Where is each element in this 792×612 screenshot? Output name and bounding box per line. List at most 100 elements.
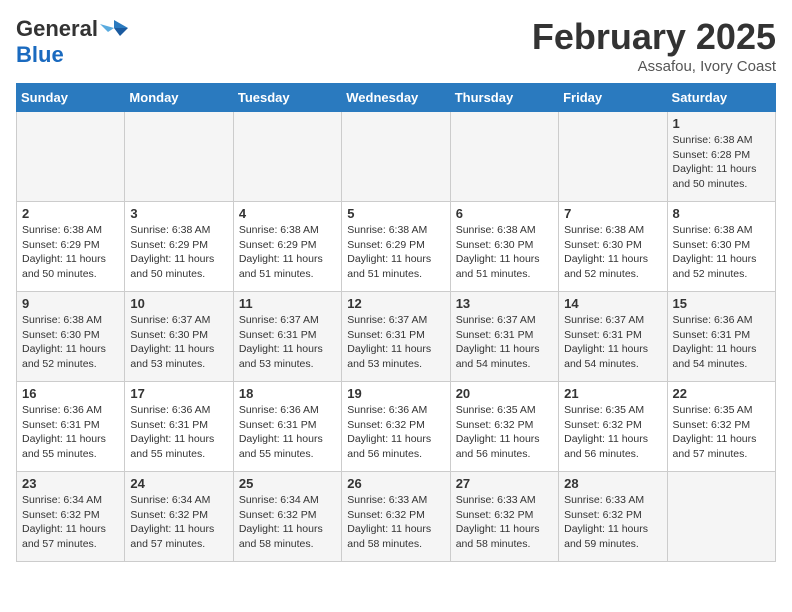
day-info: Sunrise: 6:36 AM Sunset: 6:31 PM Dayligh… bbox=[22, 403, 119, 462]
day-info: Sunrise: 6:38 AM Sunset: 6:28 PM Dayligh… bbox=[673, 133, 770, 192]
day-info: Sunrise: 6:35 AM Sunset: 6:32 PM Dayligh… bbox=[456, 403, 553, 462]
page-header: General Blue February 2025 Assafou, Ivor… bbox=[16, 16, 776, 75]
day-info: Sunrise: 6:36 AM Sunset: 6:32 PM Dayligh… bbox=[347, 403, 444, 462]
calendar-week-row: 9Sunrise: 6:38 AM Sunset: 6:30 PM Daylig… bbox=[17, 292, 776, 382]
day-number: 5 bbox=[347, 206, 444, 221]
calendar-day-25: 25Sunrise: 6:34 AM Sunset: 6:32 PM Dayli… bbox=[233, 472, 341, 562]
day-info: Sunrise: 6:38 AM Sunset: 6:30 PM Dayligh… bbox=[22, 313, 119, 372]
day-info: Sunrise: 6:37 AM Sunset: 6:31 PM Dayligh… bbox=[564, 313, 661, 372]
day-number: 4 bbox=[239, 206, 336, 221]
calendar-header-row: SundayMondayTuesdayWednesdayThursdayFrid… bbox=[17, 84, 776, 112]
day-number: 2 bbox=[22, 206, 119, 221]
calendar-day-21: 21 Sunrise: 6:35 AM Sunset: 6:32 PM Dayli… bbox=[559, 382, 667, 472]
calendar-day-empty bbox=[342, 112, 450, 202]
day-info: Sunrise: 6:33 AM Sunset: 6:32 PM Dayligh… bbox=[564, 493, 661, 552]
day-info: Sunrise: 6:37 AM Sunset: 6:31 PM Dayligh… bbox=[347, 313, 444, 372]
day-info: Sunrise: 6:37 AM Sunset: 6:30 PM Dayligh… bbox=[130, 313, 227, 372]
calendar-day-5: 5 Sunrise: 6:38 AM Sunset: 6:29 PM Daylig… bbox=[342, 202, 450, 292]
day-info: Sunrise: 6:36 AM Sunset: 6:31 PM Dayligh… bbox=[130, 403, 227, 462]
calendar-day-empty bbox=[667, 472, 775, 562]
calendar-day-1: 1 Sunrise: 6:38 AM Sunset: 6:28 PM Daylig… bbox=[667, 112, 775, 202]
calendar-day-13: 13 Sunrise: 6:37 AM Sunset: 6:31 PM Dayli… bbox=[450, 292, 558, 382]
weekday-header-saturday: Saturday bbox=[667, 84, 775, 112]
day-number: 24 bbox=[130, 476, 227, 491]
calendar-day-empty bbox=[125, 112, 233, 202]
weekday-header-sunday: Sunday bbox=[17, 84, 125, 112]
weekday-header-friday: Friday bbox=[559, 84, 667, 112]
day-info: Sunrise: 6:37 AM Sunset: 6:31 PM Dayligh… bbox=[456, 313, 553, 372]
weekday-header-wednesday: Wednesday bbox=[342, 84, 450, 112]
logo-bird-icon bbox=[100, 18, 128, 40]
day-info: Sunrise: 6:36 AM Sunset: 6:31 PM Dayligh… bbox=[673, 313, 770, 372]
calendar-day-24: 24 Sunrise: 6:34 AM Sunset: 6:32 PM Dayli… bbox=[125, 472, 233, 562]
weekday-header-tuesday: Tuesday bbox=[233, 84, 341, 112]
day-number: 18 bbox=[239, 386, 336, 401]
logo-general-text: General bbox=[16, 16, 98, 42]
day-info: Sunrise: 6:38 AM Sunset: 6:29 PM Dayligh… bbox=[239, 223, 336, 282]
day-number: 26 bbox=[347, 476, 444, 491]
calendar-day-12: 12 Sunrise: 6:37 AM Sunset: 6:31 PM Dayli… bbox=[342, 292, 450, 382]
calendar-week-row: 16 Sunrise: 6:36 AM Sunset: 6:31 PM Dayli… bbox=[17, 382, 776, 472]
calendar-day-11: 11Sunrise: 6:37 AM Sunset: 6:31 PM Dayli… bbox=[233, 292, 341, 382]
day-info: Sunrise: 6:35 AM Sunset: 6:32 PM Dayligh… bbox=[673, 403, 770, 462]
calendar-day-empty bbox=[450, 112, 558, 202]
day-number: 15 bbox=[673, 296, 770, 311]
calendar-day-27: 27Sunrise: 6:33 AM Sunset: 6:32 PM Dayli… bbox=[450, 472, 558, 562]
calendar-day-22: 22 Sunrise: 6:35 AM Sunset: 6:32 PM Dayli… bbox=[667, 382, 775, 472]
day-number: 14 bbox=[564, 296, 661, 311]
calendar-day-19: 19 Sunrise: 6:36 AM Sunset: 6:32 PM Dayli… bbox=[342, 382, 450, 472]
day-info: Sunrise: 6:38 AM Sunset: 6:29 PM Dayligh… bbox=[347, 223, 444, 282]
day-number: 19 bbox=[347, 386, 444, 401]
day-number: 16 bbox=[22, 386, 119, 401]
day-number: 17 bbox=[130, 386, 227, 401]
day-number: 8 bbox=[673, 206, 770, 221]
calendar-day-6: 6Sunrise: 6:38 AM Sunset: 6:30 PM Daylig… bbox=[450, 202, 558, 292]
calendar-day-4: 4 Sunrise: 6:38 AM Sunset: 6:29 PM Daylig… bbox=[233, 202, 341, 292]
day-info: Sunrise: 6:35 AM Sunset: 6:32 PM Dayligh… bbox=[564, 403, 661, 462]
title-block: February 2025 Assafou, Ivory Coast bbox=[532, 16, 776, 75]
day-info: Sunrise: 6:38 AM Sunset: 6:29 PM Dayligh… bbox=[130, 223, 227, 282]
weekday-header-monday: Monday bbox=[125, 84, 233, 112]
day-number: 13 bbox=[456, 296, 553, 311]
day-info: Sunrise: 6:33 AM Sunset: 6:32 PM Dayligh… bbox=[456, 493, 553, 552]
calendar-day-8: 8 Sunrise: 6:38 AM Sunset: 6:30 PM Daylig… bbox=[667, 202, 775, 292]
calendar-day-14: 14 Sunrise: 6:37 AM Sunset: 6:31 PM Dayli… bbox=[559, 292, 667, 382]
day-number: 28 bbox=[564, 476, 661, 491]
day-number: 6 bbox=[456, 206, 553, 221]
calendar-day-23: 23 Sunrise: 6:34 AM Sunset: 6:32 PM Dayli… bbox=[17, 472, 125, 562]
day-number: 20 bbox=[456, 386, 553, 401]
day-number: 23 bbox=[22, 476, 119, 491]
day-number: 12 bbox=[347, 296, 444, 311]
day-number: 3 bbox=[130, 206, 227, 221]
day-info: Sunrise: 6:36 AM Sunset: 6:31 PM Dayligh… bbox=[239, 403, 336, 462]
calendar-day-28: 28 Sunrise: 6:33 AM Sunset: 6:32 PM Dayli… bbox=[559, 472, 667, 562]
location: Assafou, Ivory Coast bbox=[532, 58, 776, 75]
calendar-week-row: 2 Sunrise: 6:38 AM Sunset: 6:29 PM Daylig… bbox=[17, 202, 776, 292]
day-number: 1 bbox=[673, 116, 770, 131]
calendar-day-17: 17 Sunrise: 6:36 AM Sunset: 6:31 PM Dayli… bbox=[125, 382, 233, 472]
calendar-day-3: 3 Sunrise: 6:38 AM Sunset: 6:29 PM Daylig… bbox=[125, 202, 233, 292]
logo-blue-text: Blue bbox=[16, 42, 64, 68]
month-title: February 2025 bbox=[532, 16, 776, 58]
day-info: Sunrise: 6:34 AM Sunset: 6:32 PM Dayligh… bbox=[239, 493, 336, 552]
calendar-day-10: 10 Sunrise: 6:37 AM Sunset: 6:30 PM Dayli… bbox=[125, 292, 233, 382]
day-number: 7 bbox=[564, 206, 661, 221]
calendar-day-empty bbox=[17, 112, 125, 202]
calendar-day-9: 9Sunrise: 6:38 AM Sunset: 6:30 PM Daylig… bbox=[17, 292, 125, 382]
day-number: 10 bbox=[130, 296, 227, 311]
day-number: 22 bbox=[673, 386, 770, 401]
day-info: Sunrise: 6:38 AM Sunset: 6:30 PM Dayligh… bbox=[673, 223, 770, 282]
calendar-day-16: 16 Sunrise: 6:36 AM Sunset: 6:31 PM Dayli… bbox=[17, 382, 125, 472]
calendar-week-row: 23 Sunrise: 6:34 AM Sunset: 6:32 PM Dayli… bbox=[17, 472, 776, 562]
calendar-day-18: 18 Sunrise: 6:36 AM Sunset: 6:31 PM Dayli… bbox=[233, 382, 341, 472]
day-info: Sunrise: 6:34 AM Sunset: 6:32 PM Dayligh… bbox=[22, 493, 119, 552]
logo: General Blue bbox=[16, 16, 128, 68]
day-info: Sunrise: 6:34 AM Sunset: 6:32 PM Dayligh… bbox=[130, 493, 227, 552]
calendar-day-15: 15 Sunrise: 6:36 AM Sunset: 6:31 PM Dayli… bbox=[667, 292, 775, 382]
calendar-day-empty bbox=[233, 112, 341, 202]
calendar-day-7: 7Sunrise: 6:38 AM Sunset: 6:30 PM Daylig… bbox=[559, 202, 667, 292]
day-number: 21 bbox=[564, 386, 661, 401]
day-info: Sunrise: 6:38 AM Sunset: 6:29 PM Dayligh… bbox=[22, 223, 119, 282]
day-info: Sunrise: 6:33 AM Sunset: 6:32 PM Dayligh… bbox=[347, 493, 444, 552]
calendar-day-2: 2 Sunrise: 6:38 AM Sunset: 6:29 PM Daylig… bbox=[17, 202, 125, 292]
